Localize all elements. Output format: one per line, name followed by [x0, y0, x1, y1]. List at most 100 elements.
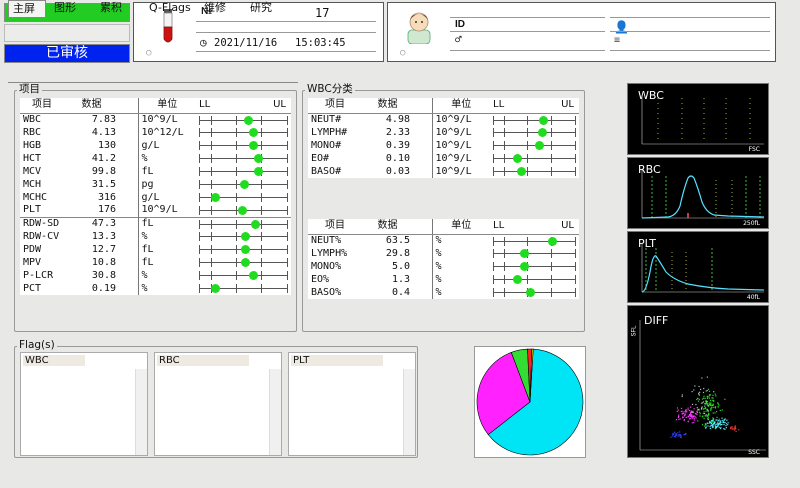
table-row: MONO# 0.39 10^9/L [308, 139, 579, 152]
col-item: 项目 [308, 98, 362, 114]
items-legend: 项目 [17, 83, 42, 95]
plt-flag-label: PLT [291, 355, 383, 366]
param-unit: 10^9/L [141, 204, 178, 216]
range-marker [249, 271, 258, 280]
review-status: 已审核 [4, 44, 130, 63]
range-bar [196, 230, 291, 243]
param-name: NEUT# [311, 113, 342, 125]
table-row: RBC 4.13 10^12/L [20, 126, 291, 139]
range-marker [249, 128, 258, 137]
param-unit: 10^9/L [435, 126, 472, 138]
param-name: EO% [311, 273, 330, 285]
param-name: RBC [23, 126, 42, 138]
table-row: MPV 10.8 fL [20, 256, 291, 269]
param-value: 7.83 [91, 113, 116, 125]
table-row: LYMPH% 29.8% [308, 247, 579, 260]
col-unit: 单位 [138, 98, 196, 114]
param-name: EO# [311, 152, 330, 164]
scrollbar[interactable] [135, 369, 147, 455]
comment-icon[interactable]: ○ [146, 48, 151, 58]
tab-qflags[interactable]: Q-Flags [145, 0, 201, 17]
param-value: 0.10 [385, 152, 410, 164]
param-value: 12.7 [91, 243, 116, 255]
tab-graph[interactable]: 图形 [50, 0, 90, 17]
param-unit: 10^12/L [141, 126, 184, 138]
wbc-diff-pie-chart [476, 348, 584, 456]
table-row: RDW-SD 47.3 fL [20, 217, 291, 230]
range-bar [490, 260, 579, 273]
ll-label: LL [199, 99, 211, 111]
param-unit: % [435, 286, 442, 298]
range-bar [196, 113, 291, 126]
params-table: 项目 数据 单位 LL UL WBC 7.83 10^9/L RBC 4.13 10^12/… [20, 98, 291, 295]
param-unit: % [141, 152, 148, 164]
param-name: MCV [23, 165, 42, 177]
param-unit: 10^9/L [435, 152, 472, 164]
table-row: MCHC 316 g/L [20, 191, 291, 204]
param-unit: fL [141, 256, 154, 268]
tab-main[interactable]: 主屏 [8, 0, 46, 17]
range-marker [537, 128, 547, 137]
param-unit: % [435, 260, 442, 272]
wbc-flag-list[interactable]: WBC [20, 352, 148, 456]
comment-icon[interactable]: ○ [400, 48, 405, 58]
param-name: BASO# [311, 165, 342, 177]
table-row: BASO% 0.4% [308, 286, 579, 299]
param-value: 4.98 [385, 113, 410, 125]
ll-label: LL [493, 220, 505, 232]
sample-time: 15:03:45 [295, 37, 346, 49]
scrollbar[interactable] [403, 369, 415, 455]
param-value: 29.8 [385, 247, 410, 259]
param-unit: fL [141, 243, 154, 255]
range-bar [196, 269, 291, 282]
range-bar [196, 256, 291, 269]
param-name: HCT [23, 152, 42, 164]
param-name: P-LCR [23, 269, 54, 281]
table-row: MONO% 5.0% [308, 260, 579, 273]
range-bar [196, 282, 291, 295]
param-name: MCH [23, 178, 42, 190]
scrollbar[interactable] [269, 369, 281, 455]
range-marker [253, 154, 263, 163]
param-value: 4.13 [91, 126, 116, 138]
tab-cumulative[interactable]: 累积 [96, 0, 136, 17]
wbc-flag-label: WBC [23, 355, 85, 366]
param-value: 0.03 [385, 165, 410, 177]
param-name: PDW [23, 243, 42, 255]
table-row: PDW 12.7 fL [20, 243, 291, 256]
param-unit: 10^9/L [141, 113, 178, 125]
param-value: 41.2 [91, 152, 116, 164]
param-value: 176 [97, 204, 116, 216]
rbc-flag-label: RBC [157, 355, 249, 366]
range-marker [211, 193, 220, 202]
param-name: MPV [23, 256, 42, 268]
range-marker [512, 275, 522, 284]
range-marker [250, 219, 260, 229]
param-name: PLT [23, 204, 42, 216]
ul-label: UL [561, 220, 574, 232]
table-row: PCT 0.19% [20, 282, 291, 295]
range-marker [239, 180, 249, 189]
flags-legend: Flag(s) [17, 339, 57, 351]
param-name: BASO% [311, 286, 342, 298]
range-marker [517, 167, 527, 176]
range-bar [196, 126, 291, 139]
range-bar [490, 139, 579, 152]
range-marker [526, 288, 536, 297]
range-marker [244, 115, 254, 125]
table-row: BASO# 0.03 10^9/L [308, 165, 579, 178]
rbc-flag-list[interactable]: RBC [154, 352, 282, 456]
param-name: LYMPH# [311, 126, 348, 138]
param-unit: % [141, 230, 148, 242]
wbc-histogram: WBC FSC [627, 83, 769, 155]
range-bar [490, 247, 579, 260]
tab-maintenance[interactable]: 维修 [200, 0, 244, 17]
param-unit: fL [141, 217, 154, 229]
col-range: LL UL [490, 219, 579, 235]
diff-x-axis-label: SSC [748, 449, 760, 456]
plt-flag-list[interactable]: PLT [288, 352, 416, 456]
param-name: PCT [23, 282, 42, 294]
param-name: WBC [23, 113, 42, 125]
param-value: 2.33 [385, 126, 410, 138]
tab-research[interactable]: 研究 [246, 0, 290, 17]
